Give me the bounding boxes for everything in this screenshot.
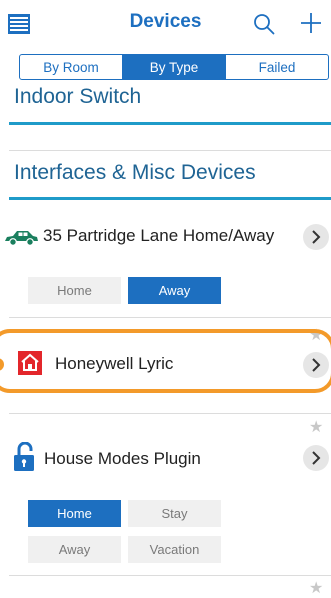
star-icon[interactable]: ★ xyxy=(309,417,323,437)
tab-by-type[interactable]: By Type xyxy=(123,55,226,79)
chevron-right-icon[interactable] xyxy=(303,445,329,471)
tab-by-room[interactable]: By Room xyxy=(20,55,123,79)
plus-icon[interactable] xyxy=(299,11,323,35)
mode-vacation-button[interactable]: Vacation xyxy=(128,536,221,563)
star-icon[interactable]: ★ xyxy=(309,578,323,598)
mode-away-button[interactable]: Away xyxy=(28,536,121,563)
row-divider xyxy=(9,413,331,414)
mode-home-button[interactable]: Home xyxy=(28,500,121,527)
tab-failed[interactable]: Failed xyxy=(226,55,328,79)
device-name[interactable]: 35 Partridge Lane Home/Away xyxy=(43,226,274,246)
section-divider xyxy=(9,122,331,125)
lock-icon xyxy=(13,441,35,472)
mode-home-button[interactable]: Home xyxy=(28,277,121,304)
row-divider xyxy=(9,317,331,318)
row-divider xyxy=(9,575,331,576)
device-name[interactable]: House Modes Plugin xyxy=(44,449,201,469)
section-title-indoor-switch[interactable]: Indoor Switch xyxy=(14,85,141,109)
chevron-right-icon[interactable] xyxy=(303,224,329,250)
app-header: Devices xyxy=(0,0,331,48)
page-title: Devices xyxy=(129,11,202,32)
highlight-outline xyxy=(0,329,331,393)
section-divider xyxy=(9,197,331,200)
search-icon[interactable] xyxy=(253,13,275,35)
car-icon xyxy=(3,228,39,248)
row-divider xyxy=(9,150,331,151)
view-tabs: By Room By Type Failed xyxy=(19,54,329,80)
mode-stay-button[interactable]: Stay xyxy=(128,500,221,527)
section-title-interfaces[interactable]: Interfaces & Misc Devices xyxy=(14,161,256,185)
mode-away-button[interactable]: Away xyxy=(128,277,221,304)
